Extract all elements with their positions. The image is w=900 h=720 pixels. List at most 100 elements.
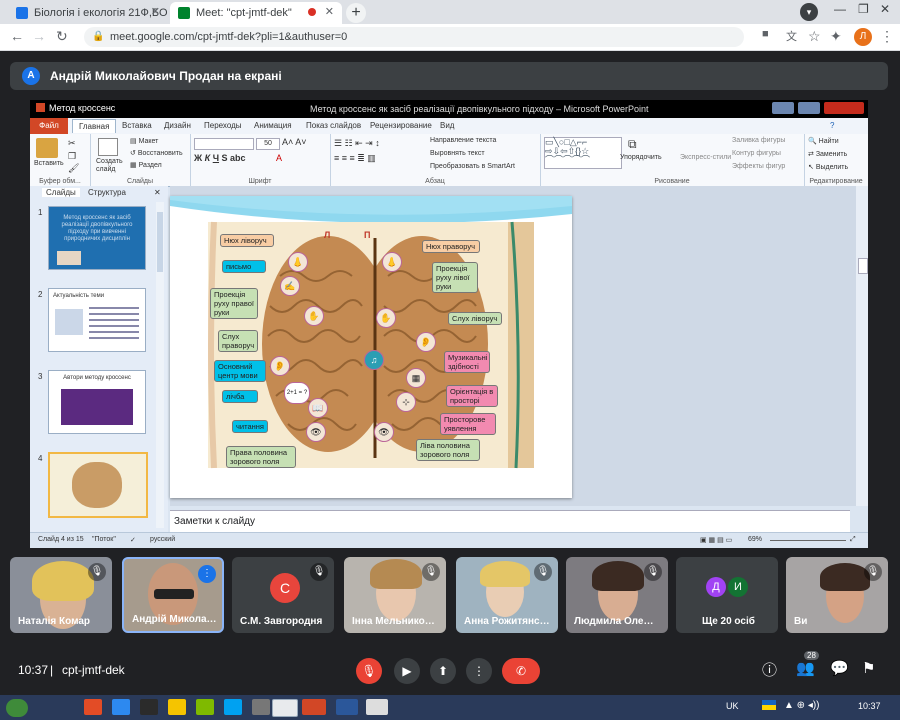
slide-thumb-4[interactable] bbox=[48, 452, 148, 518]
scrollbar-thumb[interactable] bbox=[858, 258, 868, 274]
participant-tile[interactable]: 🎙 Інна Мельнико… bbox=[344, 557, 446, 633]
more-options-icon[interactable]: ⋮ bbox=[466, 658, 492, 684]
chat-icon[interactable]: 💬 bbox=[830, 659, 849, 677]
ribbon-tab-review[interactable]: Рецензирование bbox=[370, 121, 432, 130]
panel-tab-slides[interactable]: Слайды bbox=[42, 188, 80, 197]
shape-fill-button[interactable]: Заливка фигуры bbox=[732, 137, 785, 144]
font-size-input[interactable]: 50 bbox=[256, 138, 280, 150]
shape-effects-button[interactable]: Эффекты фигур bbox=[732, 163, 785, 170]
view-buttons[interactable]: ▣ ▦ ▤ ▭ bbox=[700, 536, 732, 544]
spellcheck-icon[interactable]: ✓ bbox=[130, 536, 136, 544]
font-name-input[interactable] bbox=[194, 138, 254, 150]
layout-button[interactable]: ▤ Макет bbox=[130, 137, 158, 145]
ribbon-tab-slideshow[interactable]: Показ слайдов bbox=[306, 121, 361, 130]
format-painter-icon[interactable]: 🖌 bbox=[68, 163, 79, 174]
ribbon-tab-view[interactable]: Вид bbox=[440, 121, 454, 130]
back-icon[interactable]: ← bbox=[10, 28, 24, 44]
current-slide[interactable]: Л П Нюх ліворуч письмо Проекція руху пра… bbox=[170, 196, 572, 498]
participant-tile[interactable]: 🎙 Наталія Комар bbox=[10, 557, 112, 633]
ppt-close-button[interactable] bbox=[824, 102, 864, 114]
participant-tile-active[interactable]: ⋮ Андрій Микола… bbox=[122, 557, 224, 633]
tab-search-icon[interactable]: ▾ bbox=[800, 3, 818, 21]
tray-icons[interactable]: ▲ ⊕ ◂)) bbox=[784, 700, 820, 711]
participant-tile[interactable]: С 🎙 С.М. Завгородня bbox=[232, 557, 334, 633]
taskbar-app-icon[interactable] bbox=[140, 699, 158, 715]
taskbar-app-icon[interactable] bbox=[224, 699, 242, 715]
fit-window-icon[interactable]: ⤢ bbox=[850, 536, 856, 544]
taskbar-app-icon[interactable] bbox=[252, 699, 270, 715]
activities-icon[interactable]: ⚑ bbox=[862, 659, 875, 677]
shape-outline-button[interactable]: Контур фигуры bbox=[732, 150, 781, 157]
paste-icon[interactable] bbox=[36, 138, 58, 158]
list-icons[interactable]: ☰ ☷ ⇤ ⇥ ↕ bbox=[334, 138, 380, 149]
taskbar-chrome-icon[interactable] bbox=[272, 699, 298, 717]
taskbar-app-icon[interactable] bbox=[112, 699, 130, 715]
profile-avatar[interactable]: Л bbox=[854, 28, 872, 46]
forward-icon[interactable]: → bbox=[32, 28, 46, 44]
font-color-icon[interactable]: A bbox=[276, 153, 282, 163]
minimize-icon[interactable]: — bbox=[834, 2, 846, 16]
new-tab-button[interactable]: + bbox=[346, 3, 366, 23]
taskbar-app-icon[interactable] bbox=[196, 699, 214, 715]
taskbar-folder-icon[interactable] bbox=[168, 699, 186, 715]
shapes-gallery[interactable]: ▭╲○□△⌐⌐ ⇨⇩⇦⇧{}☆ ⌒⌒⌒⌒⌒ bbox=[544, 137, 622, 169]
leave-call-icon[interactable]: ✆ bbox=[502, 658, 540, 684]
ribbon-tab-animation[interactable]: Анимация bbox=[254, 121, 292, 130]
grow-font-icon[interactable]: A˄ A˅ bbox=[282, 137, 307, 147]
quick-styles-button[interactable]: Экспресс-стили bbox=[680, 154, 731, 161]
notes-pane[interactable]: Заметки к слайду bbox=[170, 510, 850, 533]
maximize-icon[interactable]: ❐ bbox=[858, 2, 869, 16]
camera-icon[interactable]: ■ bbox=[762, 28, 769, 40]
participant-tile[interactable]: 🎙 Анна Рожитянс… bbox=[456, 557, 558, 633]
participant-tile[interactable]: 🎙 Людмила Оле… bbox=[566, 557, 668, 633]
align-icons[interactable]: ≡ ≡ ≡ ≣ ▥ bbox=[334, 153, 376, 164]
mic-toggle-icon[interactable]: 🎙 bbox=[356, 658, 382, 684]
font-style-buttons[interactable]: Ж К Ч S abc bbox=[194, 153, 246, 163]
start-button-icon[interactable] bbox=[6, 699, 28, 717]
camera-toggle-icon[interactable]: ▶ bbox=[394, 658, 420, 684]
extensions-icon[interactable]: ✦ bbox=[830, 28, 842, 45]
close-icon[interactable]: ✕ bbox=[325, 5, 334, 18]
people-icon[interactable]: 👥 bbox=[796, 659, 815, 677]
text-direction-button[interactable]: Направление текста bbox=[430, 137, 496, 144]
ribbon-tab-file[interactable]: Файл bbox=[30, 118, 68, 134]
meeting-info-icon[interactable]: ⓘ bbox=[762, 659, 777, 680]
paste-button[interactable]: Вставить bbox=[34, 160, 64, 167]
section-button[interactable]: ▦ Раздел bbox=[130, 161, 162, 169]
ribbon-tab-insert[interactable]: Вставка bbox=[122, 121, 152, 130]
arrange-icon[interactable]: ⧉ bbox=[628, 137, 637, 152]
help-icon[interactable]: ? bbox=[830, 121, 834, 130]
panel-close-icon[interactable]: ✕ bbox=[154, 188, 161, 197]
taskbar-word-icon[interactable] bbox=[336, 699, 358, 715]
translate-icon[interactable]: 文 bbox=[786, 28, 797, 44]
ppt-minimize-button[interactable] bbox=[772, 102, 794, 114]
browser-tab-meet[interactable]: Meet: "cpt-jmtf-dek" ✕ bbox=[170, 2, 342, 24]
zoom-slider[interactable] bbox=[770, 540, 846, 541]
reload-icon[interactable]: ↻ bbox=[56, 28, 68, 45]
ribbon-tab-transitions[interactable]: Переходы bbox=[204, 121, 242, 130]
find-button[interactable]: 🔍 Найти bbox=[808, 137, 839, 145]
panel-tab-outline[interactable]: Структура bbox=[88, 188, 126, 197]
slide-thumb-1[interactable]: Метод кроссенс як засіб реалізації двопі… bbox=[48, 206, 146, 270]
new-slide-icon[interactable] bbox=[98, 138, 118, 156]
self-tile[interactable]: 🎙 Ви bbox=[786, 557, 888, 633]
more-participants-tile[interactable]: Д И Ще 20 осіб bbox=[676, 557, 778, 633]
new-slide-button[interactable]: Создать слайд bbox=[96, 158, 126, 174]
keyboard-language[interactable]: UK bbox=[726, 701, 739, 711]
cut-icon[interactable]: ✂ bbox=[68, 138, 76, 149]
edit-scrollbar[interactable] bbox=[856, 186, 868, 506]
arrange-button[interactable]: Упорядочить bbox=[620, 154, 662, 161]
copy-icon[interactable]: ❐ bbox=[68, 151, 76, 162]
smartart-button[interactable]: Преобразовать в SmartArt bbox=[430, 163, 515, 170]
language-flag-icon[interactable] bbox=[762, 700, 776, 710]
taskbar-powerpoint-icon[interactable] bbox=[302, 699, 326, 715]
ribbon-tab-home[interactable]: Главная bbox=[72, 119, 117, 133]
slide-thumb-3[interactable]: Автори методу кроссенс bbox=[48, 370, 146, 434]
bookmark-star-icon[interactable]: ☆ bbox=[808, 28, 821, 45]
browser-tab-biology[interactable]: Біологія і екологія 21Ф,БО ✕ bbox=[8, 2, 168, 24]
align-text-button[interactable]: Выровнять текст bbox=[430, 150, 485, 157]
address-bar[interactable]: 🔒 meet.google.com/cpt-jmtf-dek?pli=1&aut… bbox=[84, 27, 744, 47]
scrollbar-thumb[interactable] bbox=[157, 212, 163, 272]
close-window-icon[interactable]: ✕ bbox=[880, 2, 890, 16]
menu-dots-icon[interactable]: ⋮ bbox=[880, 28, 894, 45]
